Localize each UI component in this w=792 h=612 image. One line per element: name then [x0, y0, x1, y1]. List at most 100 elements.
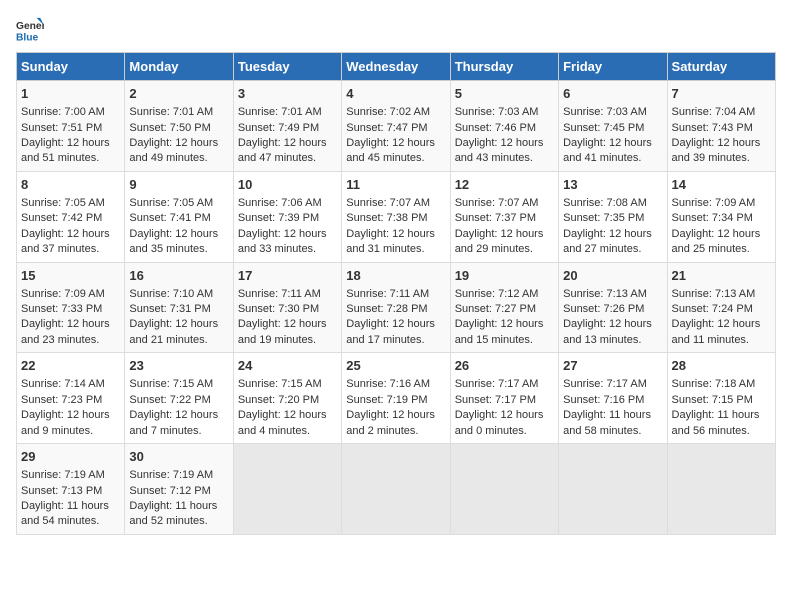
- week-row-5: 29Sunrise: 7:19 AMSunset: 7:13 PMDayligh…: [17, 444, 776, 535]
- day-info-line: Sunrise: 7:05 AM: [129, 196, 228, 211]
- day-info-line: Daylight: 12 hours: [563, 136, 662, 151]
- day-info-line: Sunrise: 7:09 AM: [21, 287, 120, 302]
- day-number: 23: [129, 357, 228, 375]
- day-info-line: Daylight: 12 hours: [672, 136, 771, 151]
- calendar-cell-28: 28Sunrise: 7:18 AMSunset: 7:15 PMDayligh…: [667, 353, 775, 444]
- day-number: 28: [672, 357, 771, 375]
- calendar-cell-21: 21Sunrise: 7:13 AMSunset: 7:24 PMDayligh…: [667, 262, 775, 353]
- calendar-cell-empty: [233, 444, 341, 535]
- calendar-cell-7: 7Sunrise: 7:04 AMSunset: 7:43 PMDaylight…: [667, 81, 775, 172]
- calendar-body: 1Sunrise: 7:00 AMSunset: 7:51 PMDaylight…: [17, 81, 776, 535]
- day-info-line: Sunrise: 7:07 AM: [346, 196, 445, 211]
- day-info-line: Daylight: 12 hours: [129, 408, 228, 423]
- day-info-line: Sunset: 7:17 PM: [455, 393, 554, 408]
- day-info-line: and 56 minutes.: [672, 424, 771, 439]
- day-info-line: and 29 minutes.: [455, 242, 554, 257]
- svg-text:General: General: [16, 21, 44, 32]
- day-info-line: and 41 minutes.: [563, 151, 662, 166]
- header-day-friday: Friday: [559, 53, 667, 81]
- week-row-4: 22Sunrise: 7:14 AMSunset: 7:23 PMDayligh…: [17, 353, 776, 444]
- calendar-cell-14: 14Sunrise: 7:09 AMSunset: 7:34 PMDayligh…: [667, 171, 775, 262]
- day-info-line: Sunset: 7:30 PM: [238, 302, 337, 317]
- day-info-line: Sunrise: 7:02 AM: [346, 105, 445, 120]
- day-number: 21: [672, 267, 771, 285]
- calendar-cell-16: 16Sunrise: 7:10 AMSunset: 7:31 PMDayligh…: [125, 262, 233, 353]
- day-info-line: Sunrise: 7:17 AM: [563, 377, 662, 392]
- day-info-line: and 25 minutes.: [672, 242, 771, 257]
- day-info-line: and 7 minutes.: [129, 424, 228, 439]
- day-info-line: and 19 minutes.: [238, 333, 337, 348]
- day-info-line: Daylight: 12 hours: [21, 227, 120, 242]
- day-info-line: Sunrise: 7:15 AM: [238, 377, 337, 392]
- day-info-line: and 35 minutes.: [129, 242, 228, 257]
- day-info-line: Sunrise: 7:11 AM: [238, 287, 337, 302]
- day-info-line: Sunset: 7:33 PM: [21, 302, 120, 317]
- day-info-line: and 27 minutes.: [563, 242, 662, 257]
- day-info-line: Sunrise: 7:17 AM: [455, 377, 554, 392]
- day-info-line: and 4 minutes.: [238, 424, 337, 439]
- day-info-line: Sunset: 7:35 PM: [563, 211, 662, 226]
- day-info-line: Daylight: 12 hours: [346, 227, 445, 242]
- calendar-cell-8: 8Sunrise: 7:05 AMSunset: 7:42 PMDaylight…: [17, 171, 125, 262]
- calendar-cell-empty: [450, 444, 558, 535]
- header-day-tuesday: Tuesday: [233, 53, 341, 81]
- logo: General Blue: [16, 16, 44, 44]
- day-info-line: and 15 minutes.: [455, 333, 554, 348]
- week-row-1: 1Sunrise: 7:00 AMSunset: 7:51 PMDaylight…: [17, 81, 776, 172]
- day-number: 13: [563, 176, 662, 194]
- day-info-line: Daylight: 12 hours: [455, 317, 554, 332]
- calendar-cell-2: 2Sunrise: 7:01 AMSunset: 7:50 PMDaylight…: [125, 81, 233, 172]
- day-info-line: and 31 minutes.: [346, 242, 445, 257]
- day-info-line: Sunset: 7:34 PM: [672, 211, 771, 226]
- day-info-line: and 37 minutes.: [21, 242, 120, 257]
- day-info-line: Sunset: 7:22 PM: [129, 393, 228, 408]
- calendar-cell-6: 6Sunrise: 7:03 AMSunset: 7:45 PMDaylight…: [559, 81, 667, 172]
- calendar-cell-1: 1Sunrise: 7:00 AMSunset: 7:51 PMDaylight…: [17, 81, 125, 172]
- calendar-cell-30: 30Sunrise: 7:19 AMSunset: 7:12 PMDayligh…: [125, 444, 233, 535]
- day-info-line: Sunrise: 7:03 AM: [563, 105, 662, 120]
- day-info-line: Daylight: 12 hours: [238, 317, 337, 332]
- day-number: 16: [129, 267, 228, 285]
- calendar-cell-empty: [559, 444, 667, 535]
- day-number: 14: [672, 176, 771, 194]
- day-info-line: and 0 minutes.: [455, 424, 554, 439]
- day-number: 17: [238, 267, 337, 285]
- day-info-line: and 17 minutes.: [346, 333, 445, 348]
- day-info-line: Daylight: 11 hours: [563, 408, 662, 423]
- calendar-cell-empty: [342, 444, 450, 535]
- day-info-line: Daylight: 12 hours: [238, 136, 337, 151]
- day-info-line: Daylight: 12 hours: [563, 317, 662, 332]
- day-info-line: Sunrise: 7:03 AM: [455, 105, 554, 120]
- calendar-cell-13: 13Sunrise: 7:08 AMSunset: 7:35 PMDayligh…: [559, 171, 667, 262]
- day-info-line: Sunset: 7:41 PM: [129, 211, 228, 226]
- day-info-line: Sunset: 7:20 PM: [238, 393, 337, 408]
- day-info-line: Sunset: 7:42 PM: [21, 211, 120, 226]
- day-info-line: Daylight: 11 hours: [21, 499, 120, 514]
- header-day-sunday: Sunday: [17, 53, 125, 81]
- day-info-line: Daylight: 11 hours: [129, 499, 228, 514]
- day-info-line: Sunset: 7:12 PM: [129, 484, 228, 499]
- day-info-line: Sunrise: 7:11 AM: [346, 287, 445, 302]
- day-info-line: Sunrise: 7:10 AM: [129, 287, 228, 302]
- day-info-line: Sunset: 7:37 PM: [455, 211, 554, 226]
- day-info-line: Daylight: 12 hours: [21, 317, 120, 332]
- day-info-line: Sunrise: 7:01 AM: [129, 105, 228, 120]
- day-info-line: Sunset: 7:28 PM: [346, 302, 445, 317]
- day-info-line: and 11 minutes.: [672, 333, 771, 348]
- day-info-line: and 9 minutes.: [21, 424, 120, 439]
- day-number: 8: [21, 176, 120, 194]
- day-info-line: Sunset: 7:13 PM: [21, 484, 120, 499]
- day-info-line: Sunrise: 7:12 AM: [455, 287, 554, 302]
- day-info-line: Daylight: 12 hours: [129, 136, 228, 151]
- day-info-line: Sunset: 7:46 PM: [455, 121, 554, 136]
- calendar-cell-23: 23Sunrise: 7:15 AMSunset: 7:22 PMDayligh…: [125, 353, 233, 444]
- calendar-cell-22: 22Sunrise: 7:14 AMSunset: 7:23 PMDayligh…: [17, 353, 125, 444]
- day-info-line: and 21 minutes.: [129, 333, 228, 348]
- calendar-cell-empty: [667, 444, 775, 535]
- day-info-line: and 39 minutes.: [672, 151, 771, 166]
- day-info-line: Daylight: 12 hours: [129, 317, 228, 332]
- day-info-line: Daylight: 12 hours: [346, 136, 445, 151]
- calendar-cell-17: 17 Sunrise: 7:11 AMSunset: 7:30 PMDayligh…: [233, 262, 341, 353]
- day-number: 6: [563, 85, 662, 103]
- day-info-line: and 13 minutes.: [563, 333, 662, 348]
